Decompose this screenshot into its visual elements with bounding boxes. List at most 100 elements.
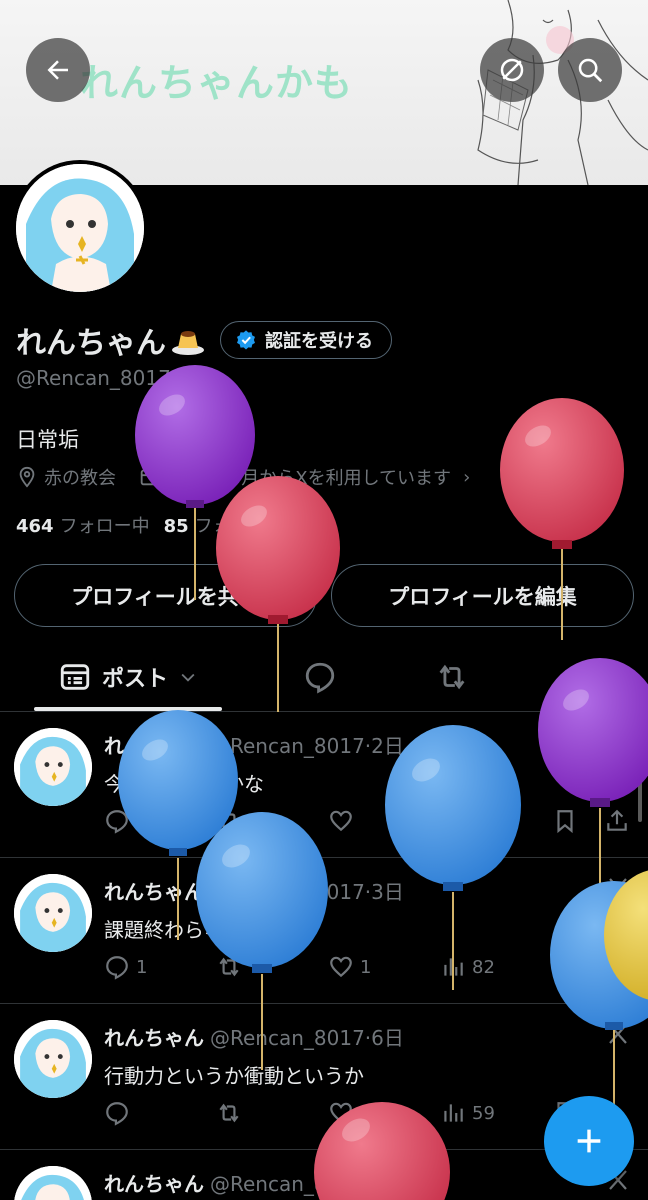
repost-icon bbox=[439, 664, 465, 690]
get-verified-button[interactable]: 認証を受ける bbox=[220, 321, 392, 359]
post-author-name: れんちゃん bbox=[104, 880, 204, 904]
banner-title: れんちゃんかも bbox=[80, 61, 354, 105]
views-button[interactable]: 82 bbox=[440, 954, 495, 980]
search-icon bbox=[578, 58, 603, 83]
post-meta: @Rencan_8017·2日 bbox=[210, 734, 404, 758]
plus-icon bbox=[577, 1129, 601, 1153]
repost-button[interactable] bbox=[216, 954, 248, 980]
profile-meta: 赤の教会 2021年3月からXを利用しています › bbox=[16, 464, 492, 490]
repost-icon bbox=[219, 1103, 239, 1123]
display-name: れんちゃん bbox=[16, 326, 166, 361]
views-button[interactable]: 59 bbox=[440, 1100, 495, 1126]
like-button[interactable] bbox=[328, 808, 360, 834]
repost-icon bbox=[219, 957, 239, 977]
post-avatar[interactable] bbox=[14, 728, 92, 806]
repost-button[interactable] bbox=[216, 808, 248, 834]
speech-bubble-icon bbox=[305, 662, 335, 694]
joined-text: 2021年3月からXを利用しています bbox=[166, 468, 452, 489]
profile-tabs: ポスト bbox=[0, 642, 648, 712]
post-meta: @Rencan_8017·3日 bbox=[210, 880, 404, 904]
heart-icon bbox=[330, 956, 352, 978]
tab-posts-label: ポスト bbox=[101, 667, 168, 692]
reply-button[interactable]: 1 bbox=[104, 954, 147, 980]
profile-name-row: れんちゃん 認証を受ける bbox=[16, 318, 392, 362]
following-label: フォロー中 bbox=[59, 516, 150, 537]
profile-bio: 日常垢 bbox=[16, 428, 79, 452]
profile-avatar[interactable] bbox=[12, 160, 148, 296]
post-avatar[interactable] bbox=[14, 1020, 92, 1098]
post-item[interactable]: れんちゃん @Rencan_8017·3日 課題終わらない 1 1 82 bbox=[0, 858, 648, 1004]
follow-stats: 464 フォロー中 85 フォロワー bbox=[16, 512, 299, 538]
share-button[interactable] bbox=[604, 808, 636, 834]
share-icon bbox=[607, 809, 627, 831]
location-item: 赤の教会 bbox=[16, 464, 116, 490]
profile-actions: プロフィールを共有 プロフィールを編集 bbox=[14, 564, 634, 627]
profile-banner[interactable]: れんちゃんかも bbox=[0, 0, 648, 185]
bar-chart-icon bbox=[444, 1104, 463, 1122]
profile-handle: @Rencan_8017 bbox=[16, 366, 171, 390]
post-author-name: れんちゃん bbox=[104, 734, 204, 758]
reply-button[interactable] bbox=[104, 1100, 136, 1126]
followers-count: 85 bbox=[163, 516, 189, 537]
bookmark-icon bbox=[557, 810, 573, 834]
followers-label: フォロワー bbox=[194, 516, 285, 537]
bookmark-button[interactable] bbox=[552, 808, 584, 834]
followers-link[interactable]: 85 フォロワー bbox=[164, 512, 285, 538]
tab-media[interactable] bbox=[554, 642, 614, 712]
chevron-right-icon: › bbox=[463, 466, 471, 488]
reply-button[interactable] bbox=[104, 808, 136, 834]
post-text: 行動力というか衝動というか bbox=[104, 1064, 364, 1088]
posts-tab-icon bbox=[60, 664, 90, 690]
media-icon bbox=[571, 664, 597, 690]
following-link[interactable]: 464 フォロー中 bbox=[16, 512, 150, 538]
bar-chart-icon bbox=[444, 812, 463, 830]
grok-button[interactable] bbox=[480, 38, 544, 102]
bookmark-icon bbox=[557, 956, 573, 980]
reply-icon bbox=[106, 956, 128, 980]
post-item[interactable]: れんちゃん @Rencan_8017·2日 今日はオールかな 64 bbox=[0, 712, 648, 858]
compose-post-button[interactable] bbox=[544, 1096, 634, 1186]
like-button[interactable] bbox=[328, 1100, 360, 1126]
calendar-icon bbox=[140, 468, 158, 486]
scrollbar[interactable] bbox=[638, 712, 642, 822]
reply-icon bbox=[106, 810, 128, 834]
post-avatar[interactable] bbox=[14, 1166, 92, 1200]
post-meta: @Rencan_8017·6日 bbox=[210, 1026, 404, 1050]
back-button[interactable] bbox=[26, 38, 90, 102]
post-meta: @Rencan_8017·6日 bbox=[210, 1172, 404, 1196]
views-button[interactable]: 64 bbox=[440, 808, 495, 834]
location-pin-icon bbox=[19, 466, 35, 488]
tab-indicator bbox=[34, 707, 222, 711]
verify-label: 認証を受ける bbox=[265, 331, 373, 352]
slash-circle-icon bbox=[500, 58, 524, 82]
repost-button[interactable] bbox=[216, 1100, 248, 1126]
post-text: 課題終わらない bbox=[104, 918, 244, 942]
avatar-illustration bbox=[16, 164, 144, 292]
heart-icon bbox=[330, 810, 352, 832]
tab-replies[interactable] bbox=[290, 642, 350, 712]
verified-badge-icon bbox=[237, 330, 255, 350]
reply-icon bbox=[106, 1102, 128, 1126]
like-button[interactable]: 1 bbox=[328, 954, 371, 980]
post-author-name: れんちゃん bbox=[104, 1172, 204, 1196]
post-actions: 1 1 82 bbox=[104, 954, 634, 988]
tab-posts[interactable]: ポスト bbox=[34, 642, 222, 712]
post-avatar[interactable] bbox=[14, 874, 92, 952]
share-profile-button[interactable]: プロフィールを共有 bbox=[14, 564, 317, 627]
tab-reposts[interactable] bbox=[422, 642, 482, 712]
post-text: 今日はオールかな bbox=[104, 772, 264, 796]
share-button[interactable] bbox=[604, 954, 636, 980]
heart-icon bbox=[330, 1102, 352, 1124]
following-count: 464 bbox=[16, 516, 54, 537]
post-actions: 64 bbox=[104, 808, 634, 842]
x-logo-icon bbox=[609, 878, 627, 898]
post-author-name: れんちゃん bbox=[104, 1026, 204, 1050]
joined-item[interactable]: 2021年3月からXを利用しています › bbox=[138, 464, 470, 490]
arrow-left-icon bbox=[47, 60, 68, 80]
x-logo-icon bbox=[609, 1024, 627, 1044]
search-button[interactable] bbox=[558, 38, 622, 102]
x-logo-icon bbox=[609, 732, 627, 752]
edit-profile-button[interactable]: プロフィールを編集 bbox=[331, 564, 634, 627]
repost-icon bbox=[219, 811, 239, 831]
bookmark-button[interactable] bbox=[552, 954, 584, 980]
